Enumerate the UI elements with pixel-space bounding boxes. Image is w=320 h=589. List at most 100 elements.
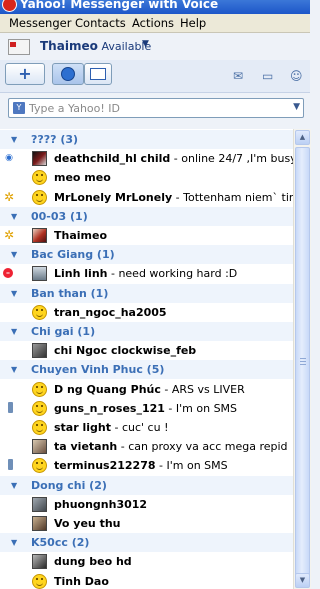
- collapse-arrow-icon[interactable]: ▼: [11, 538, 17, 547]
- menu-actions[interactable]: Actions: [132, 16, 174, 30]
- group-header[interactable]: ▼ Ban than (1): [0, 284, 293, 303]
- contact-name: Linh linh - need working hard :D: [54, 267, 237, 280]
- user-avatar[interactable]: [8, 39, 30, 55]
- contact-row[interactable]: chi Ngoc clockwise_feb: [0, 341, 293, 360]
- contact-name: deathchild_hl child - online 24/7 ,I'm b…: [54, 152, 293, 165]
- contact-name-text: meo meo: [54, 171, 111, 184]
- smiley-avatar-icon: [32, 382, 47, 397]
- address-book-tab-button[interactable]: [84, 63, 112, 85]
- grip-line: [300, 358, 306, 359]
- group-header[interactable]: ▼ Chi gai (1): [0, 322, 293, 341]
- contact-row[interactable]: Vo yeu thu: [0, 514, 293, 533]
- contact-status-message: - ARS vs LIVER: [160, 383, 245, 396]
- contact-name: dung beo hd: [54, 555, 132, 568]
- yahoo-id-icon: Y: [13, 102, 25, 114]
- contact-name-text: MrLonely MrLonely: [54, 191, 173, 204]
- contact-row[interactable]: guns_n_roses_121 - I'm on SMS: [0, 399, 293, 418]
- contact-status-message: - Tottenham niem` tin va h: [175, 191, 293, 204]
- contact-name-text: dung beo hd: [54, 555, 132, 568]
- person-icon[interactable]: ☺: [290, 69, 303, 83]
- add-contact-button[interactable]: +: [5, 63, 45, 85]
- yahoo-id-search[interactable]: Y ▼: [8, 98, 304, 118]
- contact-name-text: D ng Quang Phúc: [54, 383, 161, 396]
- contact-name: meo meo: [54, 171, 111, 184]
- user-name[interactable]: Thaimeo: [40, 39, 98, 53]
- contact-name: MrLonely MrLonely - Tottenham niem` tin …: [54, 191, 293, 204]
- scroll-down-button[interactable]: ▼: [295, 573, 310, 588]
- group-header[interactable]: ▼ ???? (3): [0, 130, 293, 149]
- yahoo-id-input[interactable]: [29, 100, 279, 116]
- contact-photo: [32, 516, 47, 531]
- smiley-avatar-icon: [32, 458, 47, 473]
- voicemail-icon[interactable]: ▭: [262, 69, 273, 83]
- contact-row[interactable]: Tinh Dao: [0, 572, 293, 589]
- collapse-arrow-icon[interactable]: ▼: [11, 250, 17, 259]
- contact-name-text: tran_ngoc_ha2005: [54, 306, 167, 319]
- group-label: K50cc (2): [31, 536, 90, 549]
- scroll-up-button[interactable]: ▲: [295, 130, 310, 145]
- contact-row[interactable]: tran_ngoc_ha2005: [0, 303, 293, 322]
- group-header[interactable]: ▼ Chuyen Vinh Phuc (5): [0, 360, 293, 379]
- contact-name: guns_n_roses_121 - I'm on SMS: [54, 402, 237, 415]
- menu-messenger[interactable]: Messenger: [9, 16, 71, 30]
- user-status-bar: Thaimeo - Available ▼: [0, 33, 310, 59]
- smiley-avatar-icon: [32, 305, 47, 320]
- collapse-arrow-icon[interactable]: ▼: [11, 135, 17, 144]
- blocked-icon: –: [3, 268, 13, 278]
- contact-row[interactable]: star light - cuc' cu !: [0, 418, 293, 437]
- status-dropdown-icon[interactable]: ▼: [142, 39, 149, 49]
- collapse-arrow-icon[interactable]: ▼: [11, 481, 17, 490]
- contact-row[interactable]: ta vietanh - can proxy va acc mega repid: [0, 437, 293, 456]
- toolbar: + ✉ ▭ ☺: [0, 60, 310, 93]
- group-header[interactable]: ▼ Dong chi (2): [0, 476, 293, 495]
- contact-row[interactable]: dung beo hd: [0, 552, 293, 571]
- contact-status-message: - online 24/7 ,I'm busy now: [173, 152, 293, 165]
- contact-name-text: chi Ngoc clockwise_feb: [54, 344, 197, 357]
- contact-list: ▼ ???? (3) ◉ deathchild_hl child - online 2…: [0, 129, 293, 589]
- collapse-arrow-icon[interactable]: ▼: [11, 212, 17, 221]
- contact-row[interactable]: terminus212278 - I'm on SMS: [0, 456, 293, 475]
- contact-photo: [32, 554, 47, 569]
- contact-name-text: deathchild_hl child: [54, 152, 171, 165]
- address-card-icon: [90, 68, 106, 80]
- scrollbar-thumb[interactable]: [295, 147, 310, 577]
- group-header[interactable]: ▼ 00-03 (1): [0, 207, 293, 226]
- contact-name-text: guns_n_roses_121: [54, 402, 165, 415]
- contact-row[interactable]: ✲ Thaimeo: [0, 226, 293, 245]
- contacts-tab-button[interactable]: [52, 63, 84, 85]
- contact-row[interactable]: D ng Quang Phúc - ARS vs LIVER: [0, 380, 293, 399]
- contact-list-scrollbar[interactable]: ▲ ▼: [293, 129, 311, 589]
- collapse-arrow-icon[interactable]: ▼: [11, 289, 17, 298]
- contact-name: D ng Quang Phúc - ARS vs LIVER: [54, 383, 245, 396]
- smiley-avatar-icon: [32, 190, 47, 205]
- web-client-icon: ◉: [5, 153, 13, 163]
- contact-row[interactable]: – Linh linh - need working hard :D: [0, 264, 293, 283]
- contact-name-text: Thaimeo: [54, 229, 108, 242]
- smiley-avatar-icon: [32, 170, 47, 185]
- smiley-avatar-icon: [32, 574, 47, 589]
- contact-name-text: phuongnh3012: [54, 498, 148, 511]
- group-label: 00-03 (1): [31, 210, 88, 223]
- group-header[interactable]: ▼ K50cc (2): [0, 533, 293, 552]
- contact-row[interactable]: phuongnh3012: [0, 495, 293, 514]
- contact-name: Thaimeo: [54, 229, 107, 242]
- title-bar: Yahoo! Messenger with Voice: [0, 0, 310, 14]
- smiley-avatar-icon: [32, 401, 47, 416]
- menu-help[interactable]: Help: [180, 16, 206, 30]
- menu-contacts[interactable]: Contacts: [75, 16, 126, 30]
- group-header[interactable]: ▼ Bac Giang (1): [0, 245, 293, 264]
- search-area: Y ▼: [0, 93, 310, 125]
- contact-status-message: - I'm on SMS: [164, 402, 238, 415]
- search-dropdown-icon[interactable]: ▼: [293, 102, 300, 112]
- collapse-arrow-icon[interactable]: ▼: [11, 327, 17, 336]
- contact-row[interactable]: ✲ MrLonely MrLonely - Tottenham niem` tin…: [0, 188, 293, 207]
- yahoo-logo-icon: [2, 0, 17, 12]
- contact-row[interactable]: ◉ deathchild_hl child - online 24/7 ,I'm …: [0, 149, 293, 168]
- mail-icon[interactable]: ✉: [233, 69, 243, 83]
- window-title: Yahoo! Messenger with Voice: [20, 0, 219, 11]
- group-label: Dong chi (2): [31, 479, 107, 492]
- mobile-phone-icon: [8, 459, 13, 470]
- contact-status-message: - can proxy va acc mega repid: [117, 440, 288, 453]
- collapse-arrow-icon[interactable]: ▼: [11, 365, 17, 374]
- contact-row[interactable]: meo meo: [0, 168, 293, 187]
